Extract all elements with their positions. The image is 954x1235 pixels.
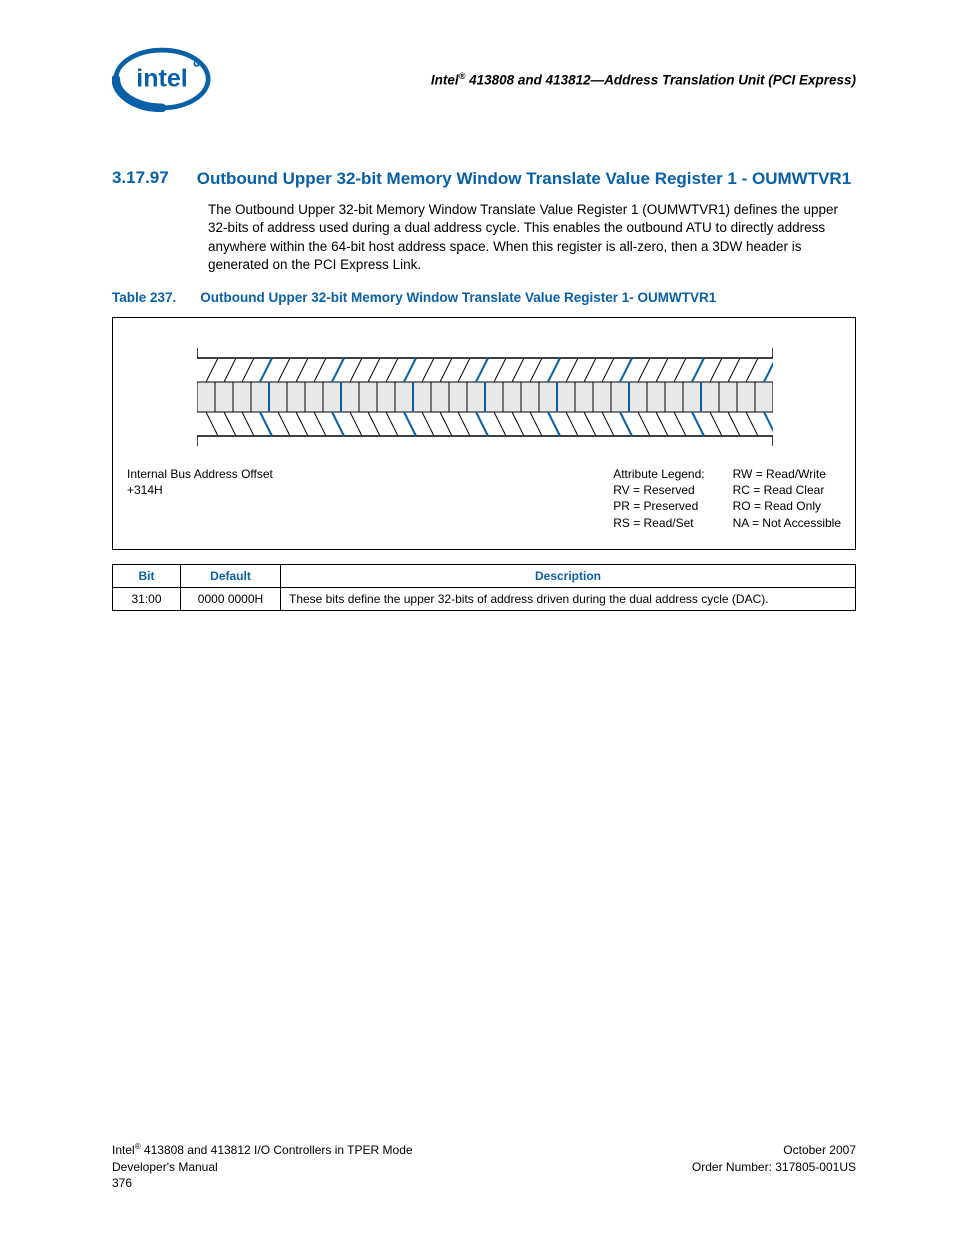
- table-header-row: Bit Default Description: [113, 564, 856, 587]
- svg-text:intel: intel: [136, 65, 187, 93]
- offset-label: Internal Bus Address Offset: [127, 466, 273, 482]
- intel-logo: intel R: [112, 46, 212, 112]
- page-footer: Intel® 413808 and 413812 I/O Controllers…: [112, 1142, 856, 1191]
- footer-page-number: 376: [112, 1175, 413, 1191]
- table-caption-label: Table 237.: [112, 290, 176, 307]
- footer-product-prefix: Intel: [112, 1143, 135, 1157]
- footer-manual: Developer's Manual: [112, 1159, 413, 1175]
- cell-description: These bits define the upper 32-bits of a…: [281, 587, 856, 610]
- table-caption: Table 237. Outbound Upper 32-bit Memory …: [112, 290, 856, 307]
- section-heading: 3.17.97 Outbound Upper 32-bit Memory Win…: [112, 168, 856, 189]
- header-title: Intel® 413808 and 413812—Address Transla…: [431, 71, 856, 88]
- footer-product-suffix: 413808 and 413812 I/O Controllers in TPE…: [141, 1143, 413, 1157]
- offset-value: +314H: [127, 482, 273, 498]
- page-header: intel R Intel® 413808 and 413812—Address…: [112, 46, 856, 112]
- attribute-legend: Attribute Legend: RV = Reserved PR = Pre…: [613, 466, 841, 531]
- cell-default: 0000 0000H: [181, 587, 281, 610]
- header-title-suffix: 413808 and 413812—Address Translation Un…: [465, 72, 856, 87]
- col-description: Description: [281, 564, 856, 587]
- offset-info: Internal Bus Address Offset +314H: [127, 466, 273, 531]
- section-title: Outbound Upper 32-bit Memory Window Tran…: [197, 168, 851, 189]
- bitfield-diagram: [127, 342, 841, 450]
- svg-text:R: R: [195, 63, 199, 69]
- header-title-prefix: Intel: [431, 72, 459, 87]
- legend-col-2: RW = Read/Write RC = Read Clear RO = Rea…: [733, 466, 841, 531]
- register-figure-box: Internal Bus Address Offset +314H Attrib…: [112, 317, 856, 550]
- legend-row: Internal Bus Address Offset +314H Attrib…: [127, 466, 841, 531]
- legend-rv: RV = Reserved: [613, 482, 704, 498]
- footer-right: October 2007 Order Number: 317805-001US: [692, 1142, 856, 1191]
- cell-bit: 31:00: [113, 587, 181, 610]
- legend-title: Attribute Legend:: [613, 466, 704, 482]
- legend-pr: PR = Preserved: [613, 498, 704, 514]
- legend-rs: RS = Read/Set: [613, 515, 704, 531]
- legend-ro: RO = Read Only: [733, 498, 841, 514]
- footer-date: October 2007: [692, 1142, 856, 1158]
- footer-left: Intel® 413808 and 413812 I/O Controllers…: [112, 1142, 413, 1191]
- footer-order-number: Order Number: 317805-001US: [692, 1159, 856, 1175]
- legend-rc: RC = Read Clear: [733, 482, 841, 498]
- section-number: 3.17.97: [112, 168, 169, 189]
- legend-rw: RW = Read/Write: [733, 466, 841, 482]
- legend-na: NA = Not Accessible: [733, 515, 841, 531]
- table-row: 31:00 0000 0000H These bits define the u…: [113, 587, 856, 610]
- legend-col-1: Attribute Legend: RV = Reserved PR = Pre…: [613, 466, 704, 531]
- bits-table: Bit Default Description 31:00 0000 0000H…: [112, 564, 856, 611]
- col-bit: Bit: [113, 564, 181, 587]
- col-default: Default: [181, 564, 281, 587]
- table-caption-title: Outbound Upper 32-bit Memory Window Tran…: [200, 290, 716, 307]
- section-paragraph: The Outbound Upper 32-bit Memory Window …: [208, 201, 856, 274]
